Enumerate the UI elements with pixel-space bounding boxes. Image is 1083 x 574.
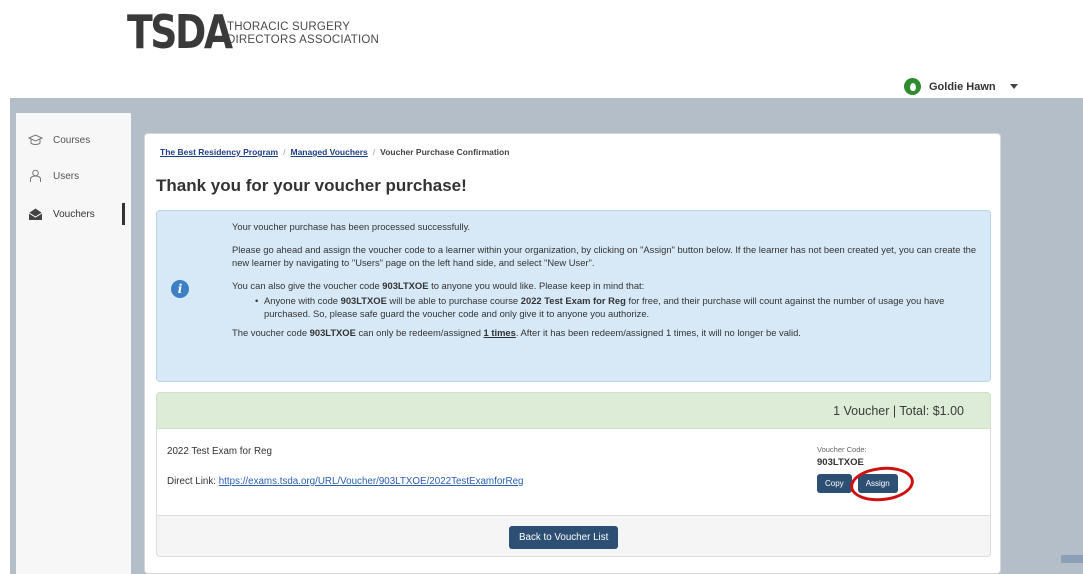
course-name-inline: 2022 Test Exam for Reg bbox=[520, 295, 626, 306]
sidebar-item-label: Vouchers bbox=[53, 208, 95, 220]
sidebar-item-vouchers[interactable]: Vouchers bbox=[28, 207, 95, 221]
breadcrumb-current: Voucher Purchase Confirmation bbox=[380, 147, 510, 157]
active-indicator bbox=[122, 203, 125, 225]
voucher-code-label: Voucher Code: bbox=[817, 445, 867, 454]
direct-link-row: Direct Link: https://exams.tsda.org/URL/… bbox=[167, 476, 524, 487]
page-title: Thank you for your voucher purchase! bbox=[156, 176, 467, 195]
logo-line-2: DIRECTORS ASSOCIATION bbox=[227, 34, 380, 46]
direct-link-label: Direct Link: bbox=[167, 476, 219, 487]
info-list: Anyone with code 903LTXOE will be able t… bbox=[232, 294, 987, 320]
sidebar-item-users[interactable]: Users bbox=[28, 169, 79, 183]
tsda-logo[interactable]: TSDA THORACIC SURGERY DIRECTORS ASSOCIAT… bbox=[127, 8, 379, 56]
user-avatar-icon bbox=[904, 78, 921, 95]
info-paragraph: The voucher code 903LTXOE can only be re… bbox=[232, 327, 801, 338]
sidebar-item-label: Users bbox=[53, 170, 80, 182]
back-to-voucher-list-button[interactable]: Back to Voucher List bbox=[509, 526, 619, 549]
sidebar: Courses Users Vouchers bbox=[16, 113, 131, 574]
sidebar-item-label: Courses bbox=[53, 134, 91, 146]
voucher-item: 2022 Test Exam for Reg Direct Link: http… bbox=[156, 429, 991, 516]
info-text: Your voucher purchase has been processed… bbox=[232, 220, 987, 349]
copy-button[interactable]: Copy bbox=[817, 474, 852, 493]
scrollbar-fragment bbox=[1061, 555, 1083, 563]
info-paragraph: Your voucher purchase has been processed… bbox=[232, 221, 471, 232]
courses-icon bbox=[28, 133, 43, 147]
logo-mark: TSDA bbox=[127, 5, 233, 59]
breadcrumb-separator: / bbox=[283, 147, 286, 157]
voucher-code-block: Voucher Code: 903LTXOE bbox=[817, 445, 867, 468]
app-header: TSDA THORACIC SURGERY DIRECTORS ASSOCIAT… bbox=[0, 0, 1083, 98]
user-name: Goldie Hawn bbox=[929, 80, 996, 93]
logo-text: THORACIC SURGERY DIRECTORS ASSOCIATION bbox=[227, 21, 379, 47]
breadcrumb-separator: / bbox=[372, 147, 376, 157]
info-paragraph: You can also give the voucher code 903LT… bbox=[232, 280, 645, 291]
redeem-times: 1 times bbox=[483, 327, 516, 338]
caret-down-icon bbox=[1009, 84, 1018, 89]
users-icon bbox=[28, 169, 43, 183]
vouchers-icon bbox=[28, 207, 43, 221]
main-card: The Best Residency Program / Managed Vou… bbox=[144, 133, 1001, 574]
voucher-code: 903LTXOE bbox=[817, 457, 864, 468]
breadcrumb: The Best Residency Program / Managed Vou… bbox=[160, 147, 509, 157]
info-list-item: Anyone with code 903LTXOE will be able t… bbox=[255, 294, 987, 320]
info-alert: i Your voucher purchase has been process… bbox=[156, 210, 991, 382]
info-icon: i bbox=[171, 280, 189, 298]
direct-link[interactable]: https://exams.tsda.org/URL/Voucher/903LT… bbox=[219, 476, 524, 487]
user-menu[interactable]: Goldie Hawn bbox=[904, 78, 1018, 95]
logo-line-1: THORACIC SURGERY bbox=[227, 21, 351, 33]
highlight-circle-annotation bbox=[848, 463, 916, 505]
order-summary: 1 Voucher | Total: $1.00 bbox=[156, 392, 991, 429]
course-name: 2022 Test Exam for Reg bbox=[167, 446, 272, 457]
info-paragraph: Please go ahead and assign the voucher c… bbox=[232, 244, 977, 268]
breadcrumb-link-program[interactable]: The Best Residency Program bbox=[160, 147, 278, 157]
order-total: 1 Voucher | Total: $1.00 bbox=[833, 404, 964, 418]
breadcrumb-link-vouchers[interactable]: Managed Vouchers bbox=[290, 147, 367, 157]
sidebar-item-courses[interactable]: Courses bbox=[28, 133, 90, 147]
card-footer: Back to Voucher List bbox=[156, 516, 991, 557]
voucher-code-inline: 903LTXOE bbox=[382, 280, 429, 291]
